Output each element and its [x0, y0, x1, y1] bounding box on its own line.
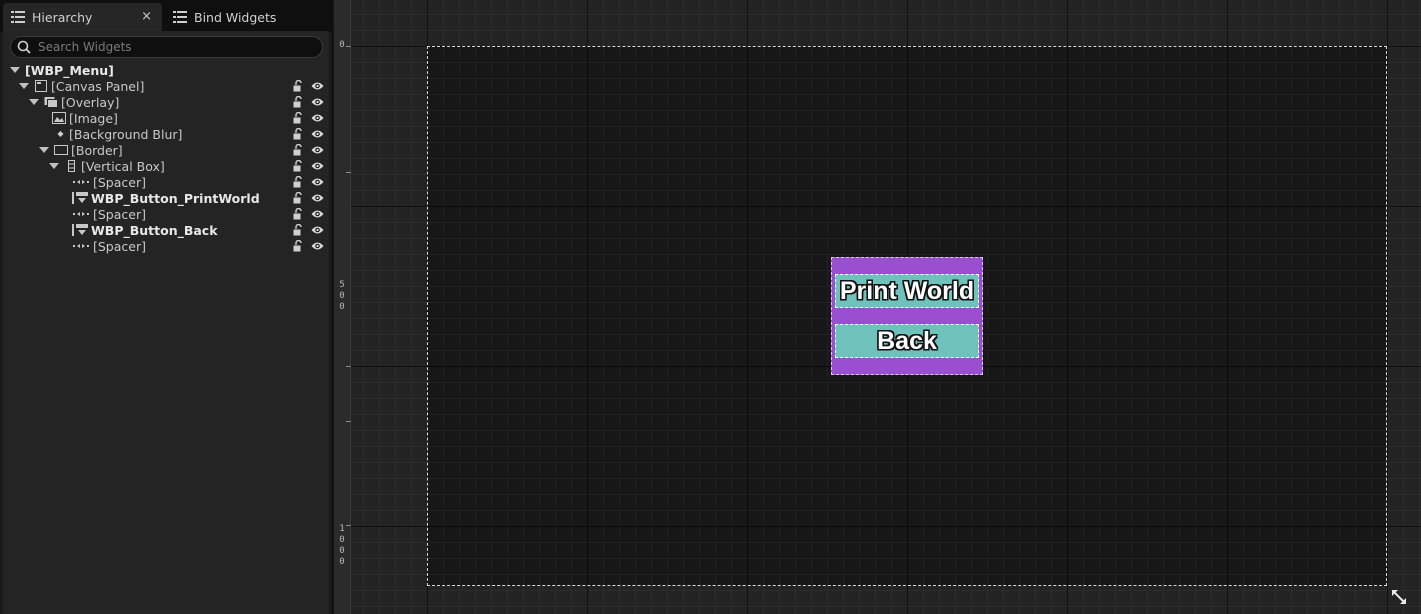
eye-icon[interactable] [311, 193, 324, 203]
close-icon[interactable]: × [141, 9, 152, 24]
ruler-label-0: 0 [339, 40, 345, 50]
tree-item-label: WBP_Button_PrintWorld [91, 190, 260, 206]
overlay-icon [44, 97, 58, 108]
lock-icon[interactable] [293, 224, 304, 236]
print-world-button[interactable]: Print World [835, 274, 979, 308]
tree-item-label: [Vertical Box] [81, 158, 165, 174]
expand-arrow-icon[interactable] [49, 163, 59, 169]
tab-bind-widgets[interactable]: Bind Widgets [165, 3, 315, 31]
tree-item-border[interactable]: [Border] [3, 142, 329, 158]
user-widget-icon [72, 192, 88, 204]
lock-icon[interactable] [293, 96, 304, 108]
eye-icon[interactable] [311, 177, 324, 187]
eye-icon[interactable] [311, 225, 324, 235]
lock-icon[interactable] [293, 240, 304, 252]
tab-bind-widgets-label: Bind Widgets [194, 9, 277, 25]
tree-item-label: [Spacer] [93, 206, 146, 222]
tree-item-label: [Canvas Panel] [51, 78, 145, 94]
tab-hierarchy[interactable]: Hierarchy × [3, 3, 162, 31]
tree-item-wbp-button-printworld[interactable]: WBP_Button_PrintWorld [3, 190, 329, 206]
tree-item-label: [Image] [69, 110, 118, 126]
eye-icon[interactable] [311, 129, 324, 139]
lock-icon[interactable] [293, 128, 304, 140]
tree-item-background-blur[interactable]: [Background Blur] [3, 126, 329, 142]
bind-widgets-icon [173, 11, 187, 23]
tree-item-label: [Background Blur] [69, 126, 183, 142]
eye-icon[interactable] [311, 161, 324, 171]
search-icon [17, 40, 31, 54]
lock-icon[interactable] [293, 80, 304, 92]
tree-item-canvas-panel[interactable]: [Canvas Panel] [3, 78, 329, 94]
tree-item-label: [Spacer] [93, 174, 146, 190]
tree-item-label: [Overlay] [61, 94, 120, 110]
spacer-icon [73, 180, 89, 184]
search-box[interactable] [10, 36, 323, 58]
expand-arrow-icon[interactable] [19, 83, 29, 89]
lock-icon[interactable] [293, 208, 304, 220]
spacer-icon [73, 212, 89, 216]
spacer-icon [73, 244, 89, 248]
tree-item-label: [Spacer] [93, 238, 146, 254]
menu-border[interactable]: Print World Back [831, 257, 983, 375]
tree-item-label: WBP_Button_Back [91, 222, 218, 238]
lock-icon[interactable] [293, 112, 304, 124]
tree-item-label: [Border] [71, 142, 123, 158]
back-button[interactable]: Back [835, 324, 979, 358]
eye-icon[interactable] [311, 209, 324, 219]
expand-arrow-icon[interactable] [10, 67, 20, 73]
tab-hierarchy-label: Hierarchy [32, 9, 93, 25]
eye-icon[interactable] [311, 97, 324, 107]
hierarchy-panel: Hierarchy × Bind Widgets [WBP_Menu] [0, 0, 333, 614]
lock-icon[interactable] [293, 176, 304, 188]
expand-arrow-icon[interactable] [29, 99, 39, 105]
eye-icon[interactable] [311, 241, 324, 251]
tree-item-spacer[interactable]: [Spacer] [3, 238, 329, 254]
tree-item-wbp-menu[interactable]: [WBP_Menu] [3, 62, 329, 78]
image-icon [52, 112, 66, 124]
vertical-ruler[interactable]: 0 500 1000 [334, 0, 351, 614]
tree-item-image[interactable]: [Image] [3, 110, 329, 126]
search-input[interactable] [38, 39, 318, 55]
canvas-panel-icon [35, 80, 47, 92]
tree-item-overlay[interactable]: [Overlay] [3, 94, 329, 110]
vertical-box-icon [68, 160, 75, 172]
eye-icon[interactable] [311, 113, 324, 123]
border-icon [54, 145, 68, 155]
hierarchy-icon [11, 11, 25, 23]
lock-icon[interactable] [293, 160, 304, 172]
tree-item-label: [WBP_Menu] [25, 62, 114, 78]
tab-bar: Hierarchy × Bind Widgets [0, 0, 333, 32]
tree-item-vertical-box[interactable]: [Vertical Box] [3, 158, 329, 174]
tree-item-wbp-button-back[interactable]: WBP_Button_Back [3, 222, 329, 238]
tree-item-spacer[interactable]: [Spacer] [3, 206, 329, 222]
diamond-icon [57, 131, 64, 137]
tree-item-spacer[interactable]: [Spacer] [3, 174, 329, 190]
resize-handle-icon[interactable] [1390, 588, 1408, 606]
lock-icon[interactable] [293, 144, 304, 156]
hierarchy-body: [WBP_Menu] [Canvas Panel] [Overlay] [3, 31, 329, 614]
user-widget-icon [72, 224, 88, 236]
ruler-label-500: 500 [339, 280, 345, 312]
eye-icon[interactable] [311, 145, 324, 155]
ruler-label-1000: 1000 [339, 524, 345, 567]
lock-icon[interactable] [293, 192, 304, 204]
eye-icon[interactable] [311, 81, 324, 91]
expand-arrow-icon[interactable] [39, 147, 49, 153]
